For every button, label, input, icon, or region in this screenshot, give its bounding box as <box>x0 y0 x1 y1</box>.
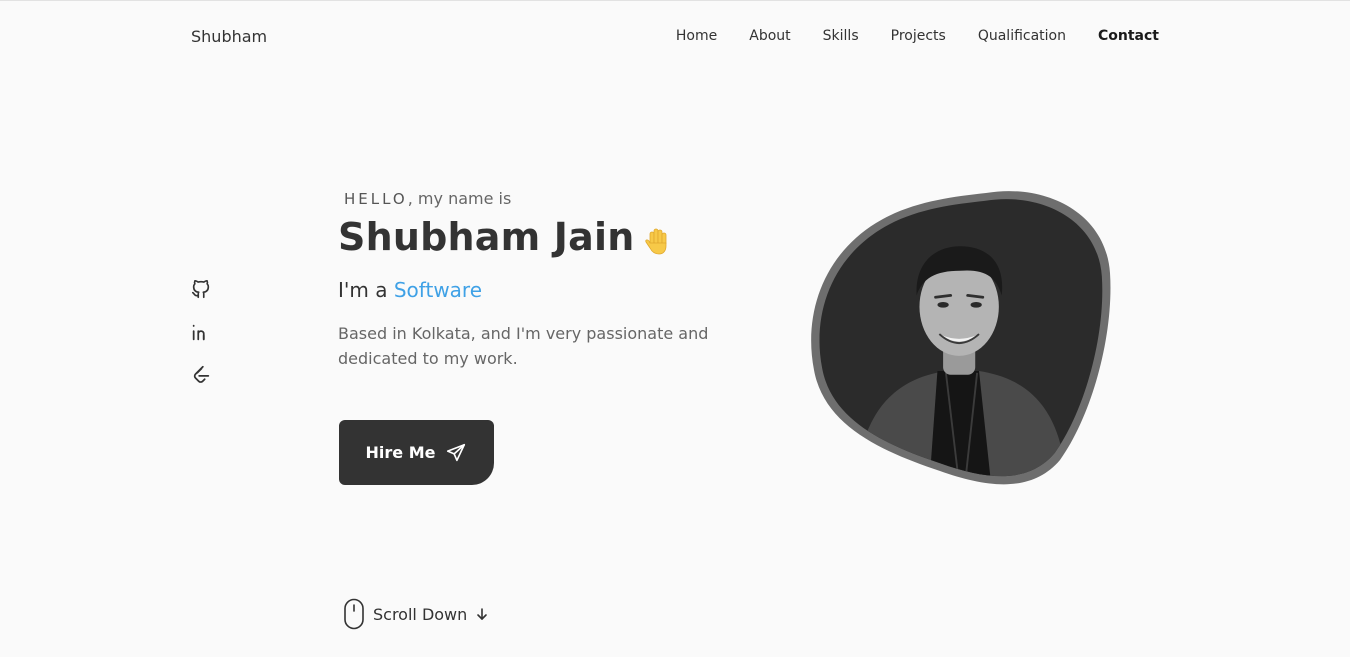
role-prefix: I'm a <box>338 278 394 302</box>
nav-home[interactable]: Home <box>676 28 717 44</box>
hero-role: I'm a Software <box>338 278 482 302</box>
nav-about[interactable]: About <box>749 28 790 44</box>
github-link[interactable] <box>190 278 212 300</box>
linkedin-icon <box>192 324 205 341</box>
social-links <box>190 278 214 407</box>
greeting-rest: , my name is <box>407 189 512 208</box>
site-header: Shubham Home About Skills Projects Quali… <box>0 1 1350 75</box>
hero-name: Shubham Jain <box>338 215 635 259</box>
nav-contact[interactable]: Contact <box>1098 28 1159 44</box>
nav-projects[interactable]: Projects <box>891 28 946 44</box>
hire-me-button[interactable]: Hire Me <box>339 420 494 485</box>
scroll-down-link[interactable]: Scroll Down <box>343 598 489 630</box>
send-icon <box>447 443 466 461</box>
leetcode-icon <box>193 365 210 383</box>
github-icon <box>191 279 210 299</box>
waving-hand-icon <box>645 228 667 255</box>
leetcode-link[interactable] <box>190 364 212 386</box>
nav-qualification[interactable]: Qualification <box>978 28 1066 44</box>
greeting-line: HELLO, my name is <box>344 189 511 208</box>
linkedin-link[interactable] <box>190 321 212 343</box>
mouse-icon <box>344 598 364 630</box>
hero-description: Based in Kolkata, and I'm very passionat… <box>338 324 709 368</box>
scroll-down-label: Scroll Down <box>373 604 468 624</box>
role-highlight: Software <box>393 278 483 302</box>
main-nav: Home About Skills Projects Qualification… <box>644 28 1159 44</box>
arrow-down-icon <box>477 608 488 620</box>
logo-link[interactable]: Shubham <box>191 27 267 46</box>
hire-me-label: Hire Me <box>365 443 436 462</box>
profile-photo <box>811 191 1111 485</box>
greeting-hello: HELLO <box>344 190 408 208</box>
nav-skills[interactable]: Skills <box>823 28 859 44</box>
